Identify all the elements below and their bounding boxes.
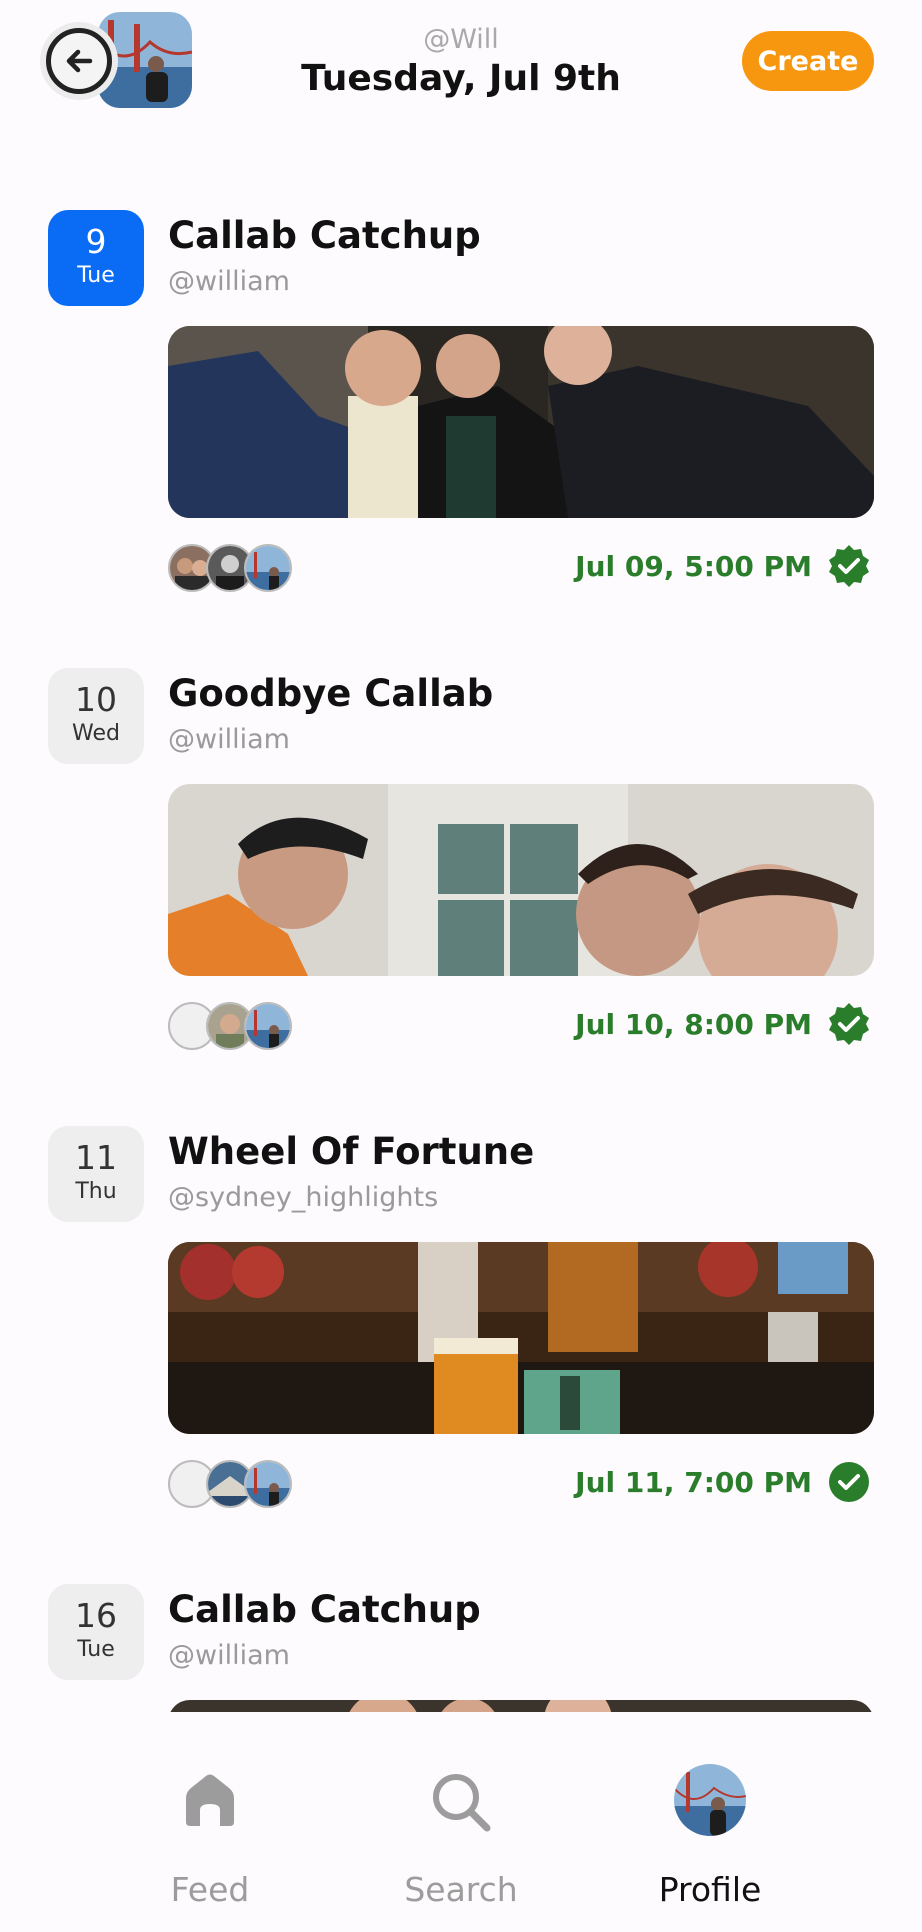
event-photo[interactable] [168,1242,874,1434]
nav-search-label: Search [404,1870,518,1909]
event-photo[interactable] [168,1700,874,1712]
attendee-avatars[interactable] [168,544,308,592]
event-card[interactable]: 16 Tue Callab Catchup @william [0,1584,922,1712]
event-title: Callab Catchup [168,214,481,257]
event-host-handle[interactable]: @william [168,266,290,297]
event-card[interactable]: 11 Thu Wheel Of Fortune @sydney_highligh… [0,1126,922,1526]
date-chip-day: 16 [75,1596,117,1635]
date-chip-day: 10 [75,680,117,719]
date-chip[interactable]: 16 Tue [48,1584,144,1680]
date-chip[interactable]: 9 Tue [48,210,144,306]
event-photo[interactable] [168,784,874,976]
nav-profile-label: Profile [658,1870,762,1909]
header: @Will Tuesday, Jul 9th Create [0,0,922,130]
nav-feed-label: Feed [170,1870,250,1909]
date-chip-weekday: Wed [72,721,120,746]
event-datetime: Jul 10, 8:00 PM [575,1008,812,1041]
date-chip-day: 9 [85,222,107,261]
date-chip-weekday: Thu [75,1179,117,1204]
event-photo[interactable] [168,326,874,518]
event-host-handle[interactable]: @william [168,724,290,755]
nav-profile-avatar [674,1764,746,1836]
event-host-handle[interactable]: @sydney_highlights [168,1182,438,1213]
create-button[interactable]: Create [742,31,874,91]
attendee-avatars[interactable] [168,1002,308,1050]
event-datetime: Jul 11, 7:00 PM [575,1466,812,1499]
event-title: Callab Catchup [168,1588,481,1631]
attendee-avatar [244,544,292,592]
nav-feed[interactable]: Feed [110,1770,310,1909]
bottom-nav: Feed Search Profile [0,1712,922,1932]
date-chip-weekday: Tue [77,263,115,288]
date-chip[interactable]: 10 Wed [48,668,144,764]
nav-profile[interactable]: Profile [610,1764,810,1909]
nav-search[interactable]: Search [361,1770,561,1909]
event-card[interactable]: 9 Tue Callab Catchup @william Jul 09, 5:… [0,210,922,610]
home-icon [186,1774,234,1826]
verified-check-icon [829,1003,869,1045]
verified-check-icon [829,545,869,587]
date-chip-day: 11 [75,1138,117,1177]
event-datetime: Jul 09, 5:00 PM [575,550,812,583]
event-title: Goodbye Callab [168,672,494,715]
event-card[interactable]: 10 Wed Goodbye Callab @william Jul 10, 8… [0,668,922,1068]
event-host-handle[interactable]: @william [168,1640,290,1671]
attendee-avatars[interactable] [168,1460,308,1508]
date-chip-weekday: Tue [77,1637,115,1662]
attendee-avatar [244,1002,292,1050]
attendee-avatar [244,1460,292,1508]
check-circle-icon [829,1462,869,1502]
search-icon [433,1774,491,1832]
event-title: Wheel Of Fortune [168,1130,535,1173]
date-chip[interactable]: 11 Thu [48,1126,144,1222]
